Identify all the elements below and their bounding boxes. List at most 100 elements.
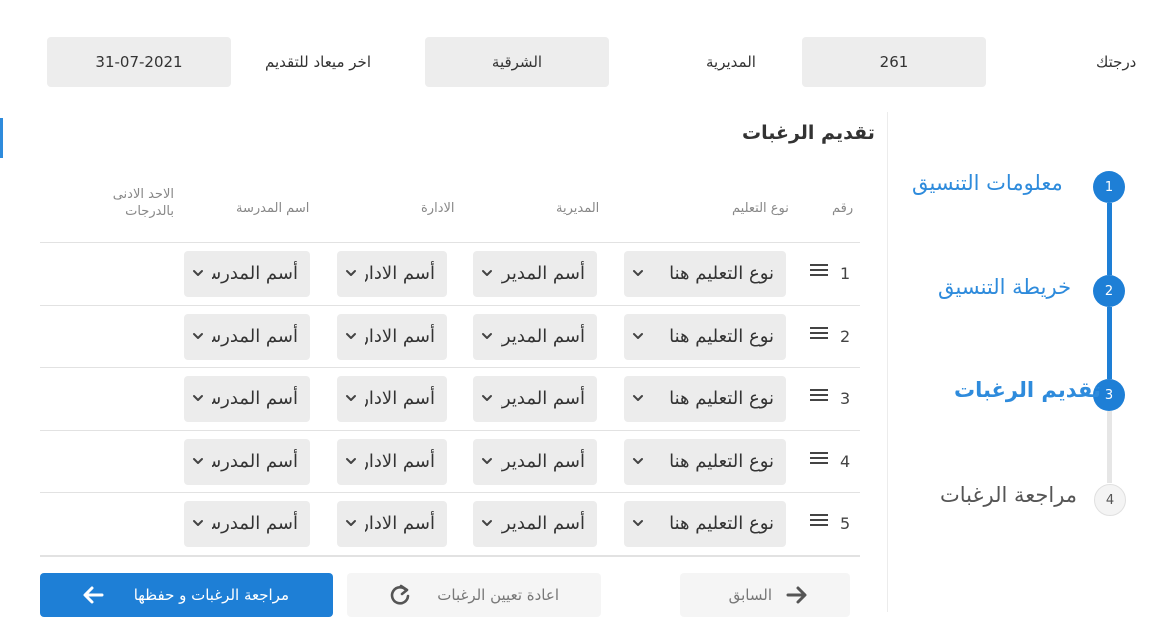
review-save-button[interactable]: مراجعة الرغبات و حفظها <box>40 573 333 617</box>
select-value: أسم المدرسة <box>212 513 298 534</box>
chevron-down-icon <box>346 332 356 339</box>
chevron-down-icon <box>633 520 643 526</box>
step-1-label[interactable]: معلومات التنسيق <box>912 171 1063 195</box>
step-connector-3 <box>1107 411 1112 483</box>
directorate-select[interactable]: أسم المديرية <box>473 376 597 422</box>
administration-select[interactable]: أسم الادارة <box>337 376 447 422</box>
footer-divider <box>40 556 860 557</box>
chevron-down-icon <box>193 332 203 339</box>
col-directorate: المديرية <box>556 201 600 216</box>
select-value: نوع التعليم هنا <box>669 325 774 347</box>
select-value: أسم المدرسة <box>212 388 298 409</box>
administration-select[interactable]: أسم الادارة <box>337 251 447 297</box>
table-row: 4 نوع التعليم هنا أسم المديرية أسم الادارة أ… <box>40 431 860 493</box>
directorate-field: الشرقية <box>425 37 609 87</box>
step-1-circle[interactable]: 1 <box>1093 171 1125 203</box>
step-2-label[interactable]: خريطة التنسيق <box>938 275 1071 299</box>
col-administration: الادارة <box>421 201 455 216</box>
directorate-value: الشرقية <box>491 53 543 71</box>
school-select[interactable]: أسم المدرسة <box>184 313 310 360</box>
school-select[interactable]: أسم المدرسة <box>184 501 310 547</box>
select-value: نوع التعليم هنا <box>669 450 774 472</box>
school-select[interactable]: أسم المدرسة <box>184 251 310 297</box>
section-title: تقديم الرغبات <box>742 122 875 144</box>
drag-handle-icon[interactable] <box>810 264 828 280</box>
select-value: أسم المديرية <box>501 450 585 472</box>
select-value: أسم الادارة <box>365 450 435 472</box>
chevron-down-icon <box>633 270 643 276</box>
select-value: أسم الادارة <box>365 325 435 347</box>
education-type-select[interactable]: نوع التعليم هنا <box>624 313 786 360</box>
chevron-down-icon <box>193 270 203 276</box>
reset-wishes-button[interactable]: اعادة تعيين الرغبات <box>347 573 601 617</box>
select-value: نوع التعليم هنا <box>669 263 774 284</box>
review-save-label: مراجعة الرغبات و حفظها <box>133 586 289 604</box>
step-2-number: 2 <box>1104 283 1114 299</box>
step-3-label[interactable]: تقديم الرغبات <box>954 378 1101 402</box>
chevron-down-icon <box>482 270 492 276</box>
select-value: أسم الادارة <box>365 263 435 284</box>
arrow-right-icon <box>786 586 807 604</box>
chevron-down-icon <box>193 395 203 401</box>
chevron-down-icon <box>633 457 643 464</box>
select-value: أسم المديرية <box>501 325 585 347</box>
col-number: رقم <box>832 201 854 216</box>
table-row: 1 نوع التعليم هنا أسم المديرية أسم الادارة أ… <box>40 243 860 305</box>
chevron-down-icon <box>346 270 356 276</box>
chevron-down-icon <box>633 332 643 339</box>
select-value: أسم المديرية <box>501 263 585 284</box>
step-1-number: 1 <box>1104 179 1114 195</box>
previous-label: السابق <box>728 586 772 604</box>
education-type-select[interactable]: نوع التعليم هنا <box>624 376 786 422</box>
chevron-down-icon <box>482 457 492 464</box>
edge-mark <box>0 118 3 158</box>
select-value: نوع التعليم هنا <box>669 388 774 409</box>
table-row: 5 نوع التعليم هنا أسم المديرية أسم الادارة أ… <box>40 493 860 555</box>
administration-select[interactable]: أسم الادارة <box>337 438 447 485</box>
directorate-select[interactable]: أسم المديرية <box>473 501 597 547</box>
directorate-select[interactable]: أسم المديرية <box>473 438 597 485</box>
col-education-type: نوع التعليم <box>732 201 789 216</box>
chevron-down-icon <box>193 520 203 526</box>
directorate-label: المديرية <box>706 53 756 71</box>
directorate-select[interactable]: أسم المديرية <box>473 313 597 360</box>
step-4-label[interactable]: مراجعة الرغبات <box>940 483 1077 507</box>
education-type-select[interactable]: نوع التعليم هنا <box>624 501 786 547</box>
directorate-select[interactable]: أسم المديرية <box>473 251 597 297</box>
step-4-circle[interactable]: 4 <box>1094 484 1126 516</box>
school-select[interactable]: أسم المدرسة <box>184 438 310 485</box>
deadline-value: 31-07-2021 <box>95 53 183 71</box>
select-value: أسم المديرية <box>501 388 585 409</box>
select-value: أسم المديرية <box>501 513 585 534</box>
row-number: 2 <box>840 326 851 346</box>
education-type-select[interactable]: نوع التعليم هنا <box>624 251 786 297</box>
school-select[interactable]: أسم المدرسة <box>184 376 310 422</box>
previous-button[interactable]: السابق <box>680 573 850 617</box>
chevron-down-icon <box>193 457 203 464</box>
step-2-circle[interactable]: 2 <box>1093 275 1125 307</box>
col-school-name: اسم المدرسة <box>236 201 310 216</box>
administration-select[interactable]: أسم الادارة <box>337 313 447 360</box>
refresh-icon <box>390 584 410 605</box>
row-number: 4 <box>840 451 851 471</box>
deadline-field: 31-07-2021 <box>47 37 231 87</box>
chevron-down-icon <box>346 457 356 464</box>
row-number: 3 <box>840 389 851 408</box>
drag-handle-icon[interactable] <box>810 389 828 405</box>
row-number: 5 <box>840 514 851 533</box>
education-type-select[interactable]: نوع التعليم هنا <box>624 438 786 485</box>
administration-select[interactable]: أسم الادارة <box>337 501 447 547</box>
select-value: أسم المدرسة <box>212 450 298 472</box>
chevron-down-icon <box>346 395 356 401</box>
select-value: أسم المدرسة <box>212 325 298 347</box>
arrow-left-icon <box>83 586 104 604</box>
step-3-number: 3 <box>1104 387 1114 403</box>
row-number: 1 <box>840 264 851 283</box>
panel-divider <box>887 112 888 612</box>
drag-handle-icon[interactable] <box>810 326 828 343</box>
select-value: أسم الادارة <box>365 513 435 534</box>
drag-handle-icon[interactable] <box>810 514 828 530</box>
drag-handle-icon[interactable] <box>810 451 828 468</box>
select-value: أسم الادارة <box>365 388 435 409</box>
deadline-label: اخر ميعاد للتقديم <box>265 53 371 71</box>
